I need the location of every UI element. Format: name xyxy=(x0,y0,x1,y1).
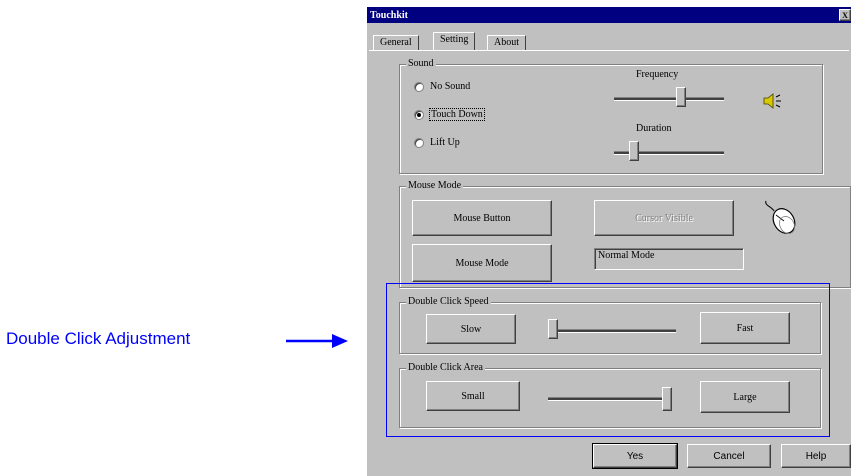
radio-label: Lift Up xyxy=(430,137,460,148)
radio-button[interactable] xyxy=(414,137,424,148)
window-title: Touchkit xyxy=(370,9,408,21)
sound-group-label: Sound xyxy=(406,58,436,70)
annotation-arrow xyxy=(286,334,348,348)
speaker-icon[interactable] xyxy=(762,92,784,110)
mouse-button-button[interactable]: Mouse Button xyxy=(412,200,552,236)
cancel-button[interactable]: Cancel xyxy=(687,444,771,468)
duration-slider[interactable] xyxy=(614,141,724,163)
mouse-icon xyxy=(765,200,796,234)
radio-button[interactable] xyxy=(414,81,424,92)
radio-label: Touch Down xyxy=(429,108,485,121)
mouse-mode-button[interactable]: Mouse Mode xyxy=(412,244,552,282)
sound-group: Sound No Sound Touch Down Lift Up Freque… xyxy=(399,58,823,174)
yes-button[interactable]: Yes xyxy=(592,443,678,469)
title-bar[interactable]: Touchkit xyxy=(367,7,851,23)
tab-general[interactable]: General xyxy=(373,35,419,50)
mouse-mode-group: Mouse Mode Mouse Button Cursor Visible M… xyxy=(399,180,851,288)
slider-thumb[interactable] xyxy=(629,141,639,161)
help-button[interactable]: Help xyxy=(781,444,851,468)
radio-touch-down[interactable]: Touch Down xyxy=(414,108,485,121)
radio-no-sound[interactable]: No Sound xyxy=(414,81,470,92)
tab-about[interactable]: About xyxy=(487,35,526,50)
radio-button[interactable] xyxy=(414,109,424,120)
tab-setting[interactable]: Setting xyxy=(433,32,476,50)
radio-lift-up[interactable]: Lift Up xyxy=(414,137,460,148)
radio-label: No Sound xyxy=(430,81,471,92)
mouse-mode-value: Normal Mode xyxy=(594,248,744,270)
cursor-visible-button[interactable]: Cursor Visible xyxy=(594,200,734,236)
slider-track xyxy=(614,97,724,101)
close-button[interactable]: X xyxy=(839,9,851,21)
duration-label: Duration xyxy=(636,123,672,134)
annotation-box xyxy=(386,283,830,437)
annotation-label: Double Click Adjustment xyxy=(6,329,191,348)
slider-thumb[interactable] xyxy=(676,87,686,107)
frequency-label: Frequency xyxy=(636,69,679,80)
mouse-mode-group-label: Mouse Mode xyxy=(406,180,464,192)
frequency-slider[interactable] xyxy=(614,87,724,109)
